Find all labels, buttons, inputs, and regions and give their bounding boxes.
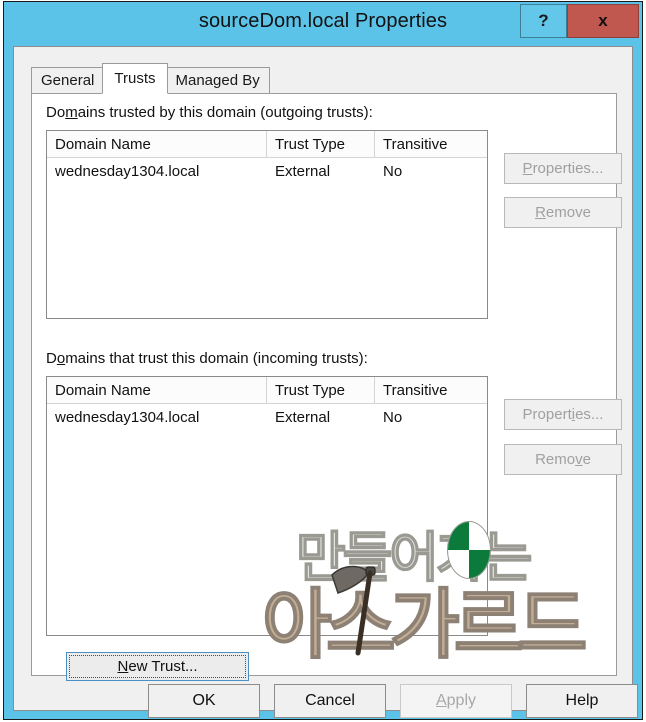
cancel-button[interactable]: Cancel: [274, 684, 386, 718]
help-icon: ?: [538, 11, 549, 30]
cell-trust-type: External: [275, 409, 331, 426]
incoming-remove-pre: Remo: [535, 451, 576, 468]
close-button[interactable]: x: [567, 4, 639, 38]
table-row[interactable]: wednesday1304.local External No: [47, 158, 487, 185]
new-trust-post: ew Trust...: [128, 658, 198, 675]
incoming-col-domain-name[interactable]: Domain Name: [47, 377, 267, 403]
ok-button-label: OK: [192, 692, 216, 709]
incoming-label-post: mains that trust this domain (incoming t…: [65, 350, 368, 367]
incoming-label-accel: o: [56, 350, 66, 367]
incoming-col-trust-type[interactable]: Trust Type: [267, 377, 375, 403]
incoming-list-header: Domain Name Trust Type Transitive: [47, 377, 487, 404]
outgoing-col-domain-name[interactable]: Domain Name: [47, 131, 267, 157]
apply-accel: A: [435, 692, 447, 709]
tab-general[interactable]: General: [31, 67, 105, 94]
incoming-col-transitive[interactable]: Transitive: [375, 377, 485, 403]
title-bar: sourceDom.local Properties ? x: [4, 2, 642, 46]
properties-window: sourceDom.local Properties ? x General T…: [3, 1, 643, 720]
dialog-body: General Trusts Managed By Domains truste…: [13, 46, 638, 718]
outgoing-label-pre: Do: [46, 104, 66, 121]
apply-button[interactable]: Apply: [400, 684, 512, 718]
new-trust-button[interactable]: New Trust...: [66, 652, 249, 681]
new-trust-accel: N: [117, 658, 129, 675]
outgoing-trusts-label: Domains trusted by this domain (outgoing…: [46, 104, 373, 121]
outgoing-label-post: ains trusted by this domain (outgoing tr…: [77, 104, 373, 121]
outgoing-properties-post: roperties...: [532, 160, 604, 177]
incoming-remove-accel: v: [575, 451, 583, 468]
tab-trusts-label: Trusts: [114, 70, 156, 87]
help-button[interactable]: ?: [520, 4, 567, 38]
tab-strip: General Trusts Managed By: [31, 63, 270, 94]
incoming-properties-button[interactable]: Propert i es...: [504, 399, 622, 430]
outgoing-trusts-list[interactable]: Domain Name Trust Type Transitive wednes…: [46, 130, 488, 319]
incoming-label-pre: D: [46, 350, 57, 367]
cell-transitive: No: [383, 409, 403, 426]
tab-managed-by[interactable]: Managed By: [165, 67, 270, 94]
help-button-label: Help: [565, 692, 599, 709]
table-row[interactable]: wednesday1304.local External No: [47, 404, 487, 431]
outgoing-remove-button[interactable]: Remove: [504, 197, 622, 228]
ok-button[interactable]: OK: [148, 684, 260, 718]
new-trust-focus-ring: New Trust...: [69, 655, 246, 678]
cell-transitive: No: [383, 163, 403, 180]
outgoing-properties-accel: P: [522, 160, 533, 177]
outgoing-col-transitive[interactable]: Transitive: [375, 131, 485, 157]
outgoing-remove-post: emove: [545, 204, 591, 221]
incoming-properties-post: es...: [575, 406, 604, 423]
outgoing-col-trust-type[interactable]: Trust Type: [267, 131, 375, 157]
cancel-button-label: Cancel: [305, 692, 355, 709]
close-icon: x: [598, 11, 608, 30]
incoming-remove-button[interactable]: Remo v e: [504, 444, 622, 475]
incoming-properties-pre: Propert: [522, 406, 572, 423]
incoming-trusts-list[interactable]: Domain Name Trust Type Transitive wednes…: [46, 376, 488, 636]
help-dialog-button[interactable]: Help: [526, 684, 638, 718]
tab-general-label: General: [41, 72, 95, 89]
tab-trusts[interactable]: Trusts: [102, 63, 168, 94]
outgoing-list-header: Domain Name Trust Type Transitive: [47, 131, 487, 158]
screen: sourceDom.local Properties ? x General T…: [0, 0, 646, 722]
cell-domain-name: wednesday1304.local: [55, 409, 200, 426]
apply-post: pply: [446, 692, 477, 709]
outgoing-remove-accel: R: [535, 204, 546, 221]
cell-domain-name: wednesday1304.local: [55, 163, 200, 180]
cell-trust-type: External: [275, 163, 331, 180]
outgoing-label-accel: m: [65, 104, 78, 121]
tab-managed-by-label: Managed By: [175, 72, 260, 89]
incoming-remove-post: e: [582, 451, 591, 468]
incoming-trusts-label: Domains that trust this domain (incoming…: [46, 350, 368, 367]
outgoing-properties-button[interactable]: Properties...: [504, 153, 622, 184]
